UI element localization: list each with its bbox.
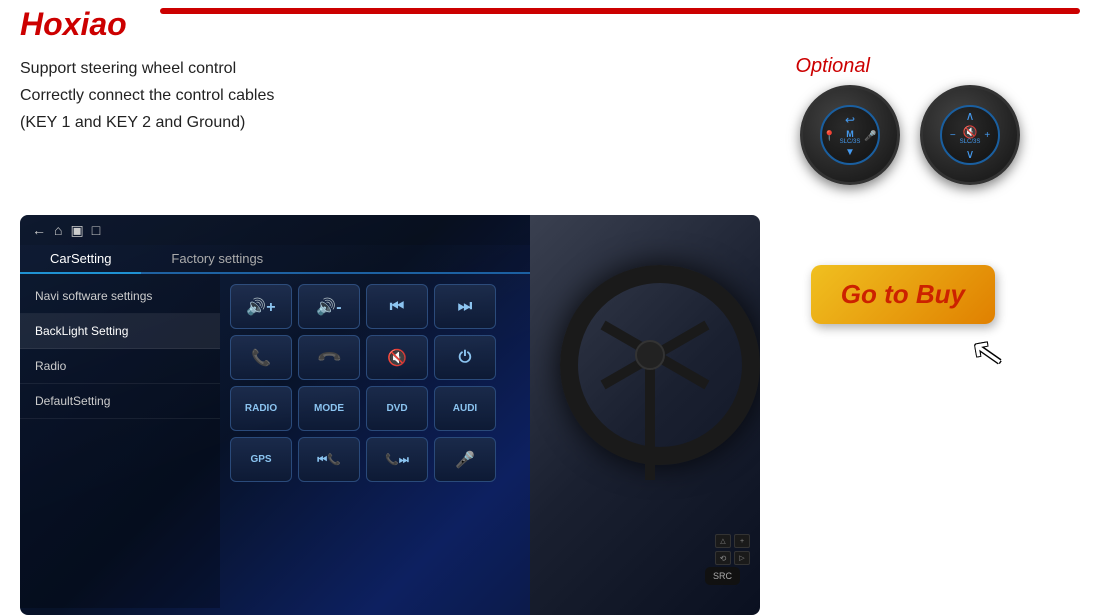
- home-icon[interactable]: ⌂: [54, 222, 62, 239]
- btn-mode[interactable]: MODE: [298, 386, 360, 431]
- btn-next[interactable]: ⏭: [434, 284, 496, 329]
- optional-label: Optional: [796, 55, 871, 78]
- window-icon: □: [92, 222, 100, 239]
- main-description: Support steering wheel control Correctly…: [20, 55, 274, 137]
- tab-factory-settings[interactable]: Factory settings: [141, 245, 293, 274]
- sidebar-item-backlight[interactable]: BackLight Setting: [20, 314, 220, 349]
- btn-call[interactable]: 📞: [230, 335, 292, 380]
- desc-line2: Correctly connect the control cables: [20, 82, 274, 109]
- progress-bar: [160, 8, 1080, 14]
- brand-logo: Hoxiao: [20, 6, 127, 43]
- steering-wheel-2: ∧ − 🔇 SLC/3S + ∨: [920, 85, 1020, 185]
- cursor-arrow: ↖: [968, 327, 1009, 378]
- sidebar-item-default[interactable]: DefaultSetting: [20, 384, 220, 419]
- optional-wheels: ↩ 📍 M SLC/3S 🎤 ▼ ∧ − 🔇: [800, 85, 1020, 185]
- btn-prev-call[interactable]: ⏮📞: [298, 437, 360, 482]
- steering-wheel-1: ↩ 📍 M SLC/3S 🎤 ▼: [800, 85, 900, 185]
- btn-vol-down[interactable]: 🔊-: [298, 284, 360, 329]
- recent-icon[interactable]: ▣: [70, 222, 83, 239]
- btn-hangup[interactable]: 📞: [298, 335, 360, 380]
- btn-mic[interactable]: 🎤: [434, 437, 496, 482]
- desc-line3: (KEY 1 and KEY 2 and Ground): [20, 109, 274, 136]
- sidebar-item-navi[interactable]: Navi software settings: [20, 279, 220, 314]
- go-to-buy-button[interactable]: Go to Buy: [811, 265, 995, 324]
- steering-photo: SRC △ + ⟲ ▷: [530, 215, 760, 615]
- btn-dvd[interactable]: DVD: [366, 386, 428, 431]
- brand-name: Hoxiao: [20, 6, 127, 42]
- btn-next-call[interactable]: 📞⏭: [366, 437, 428, 482]
- btn-radio[interactable]: RADIO: [230, 386, 292, 431]
- btn-mute[interactable]: 🔇: [366, 335, 428, 380]
- sidebar: Navi software settings BackLight Setting…: [20, 274, 220, 608]
- btn-prev[interactable]: ⏮: [366, 284, 428, 329]
- btn-vol-up[interactable]: 🔊+: [230, 284, 292, 329]
- back-icon[interactable]: ←: [32, 222, 46, 239]
- btn-audio[interactable]: AUDI: [434, 386, 496, 431]
- sidebar-item-radio[interactable]: Radio: [20, 349, 220, 384]
- desc-line1: Support steering wheel control: [20, 55, 274, 82]
- tab-carsetting[interactable]: CarSetting: [20, 245, 141, 274]
- btn-gps[interactable]: GPS: [230, 437, 292, 482]
- btn-power[interactable]: ⏻: [434, 335, 496, 380]
